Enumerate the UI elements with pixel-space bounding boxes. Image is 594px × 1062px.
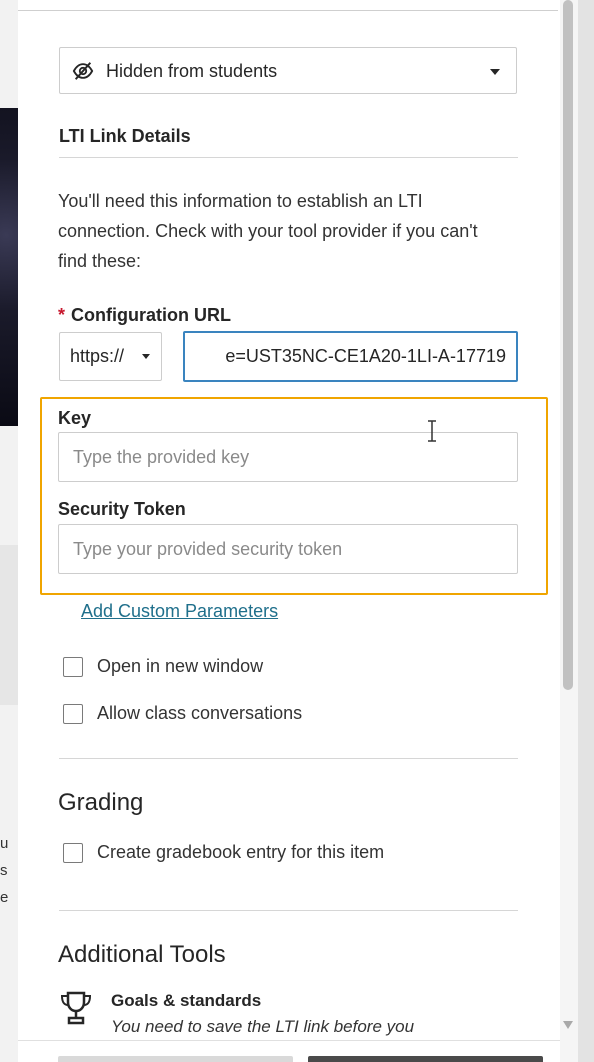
allow-conversations-label: Allow class conversations <box>97 703 303 723</box>
open-new-window-option[interactable]: Open in new window <box>63 656 263 677</box>
background-image <box>0 108 20 426</box>
security-token-input[interactable] <box>58 524 518 574</box>
text-cursor-icon <box>428 420 436 442</box>
eye-slash-icon <box>72 62 94 80</box>
lti-description: You'll need this information to establis… <box>58 191 478 271</box>
allow-conversations-option[interactable]: Allow class conversations <box>63 703 302 724</box>
protocol-value: https:// <box>70 346 125 366</box>
save-button[interactable] <box>308 1056 543 1062</box>
gradebook-entry-label: Create gradebook entry for this item <box>97 842 385 862</box>
required-marker: * <box>58 305 66 325</box>
section-divider <box>59 758 518 759</box>
background-band <box>0 545 20 705</box>
allow-conversations-checkbox[interactable] <box>63 703 83 724</box>
background-text: u s e <box>0 830 20 911</box>
gradebook-entry-option[interactable]: Create gradebook entry for this item <box>63 842 384 863</box>
key-input[interactable] <box>58 432 518 482</box>
lti-details-heading: LTI Link Details <box>59 126 191 146</box>
add-custom-parameters-link[interactable]: Add Custom Parameters <box>81 601 278 622</box>
trophy-icon <box>60 991 92 1025</box>
open-new-window-checkbox[interactable] <box>63 656 83 677</box>
section-divider <box>59 157 518 158</box>
background-letter: s <box>0 862 8 879</box>
chevron-down-icon <box>142 354 150 359</box>
cancel-button[interactable] <box>58 1056 293 1062</box>
security-token-label: Security Token <box>58 499 186 519</box>
grading-heading: Grading <box>58 789 144 816</box>
panel-footer <box>18 1040 560 1062</box>
background-letter: e <box>0 889 9 906</box>
goals-standards-note: You need to save the LTI link before you <box>111 1017 415 1036</box>
protocol-dropdown[interactable]: https:// <box>59 332 162 381</box>
top-divider <box>18 10 558 11</box>
goals-standards-title: Goals & standards <box>111 991 262 1010</box>
chevron-down-icon <box>490 69 500 75</box>
gradebook-entry-checkbox[interactable] <box>63 842 83 863</box>
configuration-url-text: Configuration URL <box>71 305 231 325</box>
configuration-url-input[interactable]: e=UST35NC-CE1A20-1LI-A-17719 <box>183 331 518 382</box>
section-divider <box>59 910 518 911</box>
background-letter: u <box>0 835 9 852</box>
visibility-label: Hidden from students <box>106 61 278 81</box>
scrollbar-thumb[interactable] <box>563 0 573 690</box>
configuration-url-label: * Configuration URL <box>58 305 231 326</box>
additional-tools-heading: Additional Tools <box>58 941 226 968</box>
open-new-window-label: Open in new window <box>97 656 264 676</box>
visibility-dropdown[interactable]: Hidden from students <box>59 47 517 94</box>
scroll-down-arrow[interactable] <box>563 1021 573 1029</box>
key-label: Key <box>58 408 92 428</box>
